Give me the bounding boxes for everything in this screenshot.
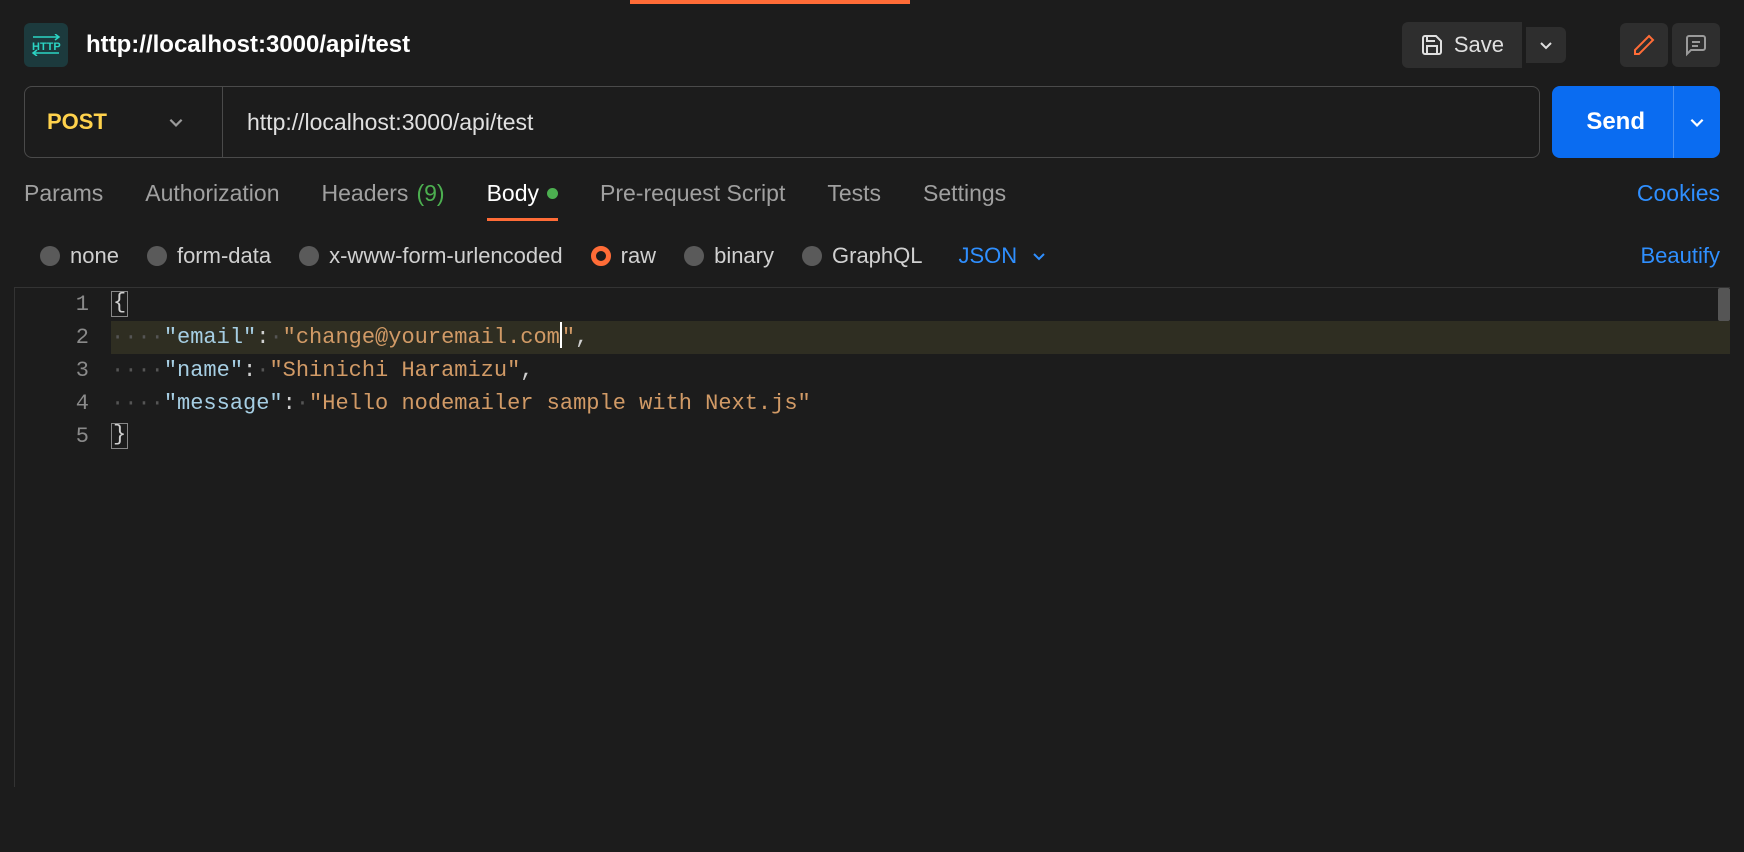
right-icon-group (1620, 23, 1720, 67)
method-select[interactable]: POST (25, 87, 223, 157)
editor-line: 3 ····"name":·"Shinichi Haramizu", (15, 354, 1730, 387)
tab-headers[interactable]: Headers (9) (322, 180, 445, 221)
send-button[interactable]: Send (1552, 86, 1720, 158)
radio-icon (40, 246, 60, 266)
radio-binary-label: binary (714, 243, 774, 269)
radio-graphql-label: GraphQL (832, 243, 923, 269)
radio-binary[interactable]: binary (684, 243, 774, 269)
chevron-down-icon (167, 113, 185, 131)
editor-line: 2 ····"email":·"change@youremail.com", (15, 321, 1730, 354)
cookies-link[interactable]: Cookies (1637, 180, 1720, 221)
edit-icon-button[interactable] (1620, 23, 1668, 67)
json-key: "name" (164, 358, 243, 383)
whitespace: ···· (111, 358, 164, 383)
tab-body[interactable]: Body (487, 180, 558, 221)
radio-formdata-label: form-data (177, 243, 271, 269)
tab-prerequest[interactable]: Pre-request Script (600, 180, 785, 221)
body-type-row: none form-data x-www-form-urlencoded raw… (0, 221, 1744, 281)
tab-tests[interactable]: Tests (827, 180, 881, 221)
json-string: "change@youremail.com (283, 325, 560, 350)
request-url-row: POST Send (0, 86, 1744, 172)
editor-scrollbar[interactable] (1718, 288, 1730, 321)
radio-xwww[interactable]: x-www-form-urlencoded (299, 243, 563, 269)
http-icon: HTTP (24, 23, 68, 67)
radio-raw[interactable]: raw (591, 243, 656, 269)
method-label: POST (47, 109, 107, 135)
request-tabs: Params Authorization Headers (9) Body Pr… (0, 172, 1744, 221)
line-number: 2 (15, 321, 111, 354)
editor-line: 5 } (15, 420, 1730, 453)
radio-none-label: none (70, 243, 119, 269)
url-input[interactable] (223, 87, 1539, 157)
json-string: " (562, 325, 575, 350)
colon: : (243, 358, 256, 383)
request-title: http://localhost:3000/api/test (86, 31, 1384, 59)
brace-open: { (111, 291, 128, 317)
save-button-group: Save (1402, 22, 1566, 68)
chevron-down-icon (1688, 113, 1706, 131)
radio-formdata[interactable]: form-data (147, 243, 271, 269)
brace-close: } (111, 423, 128, 449)
radio-xwww-label: x-www-form-urlencoded (329, 243, 563, 269)
save-dropdown-button[interactable] (1526, 27, 1566, 63)
send-label: Send (1552, 108, 1673, 136)
line-number: 3 (15, 354, 111, 387)
json-key: "message" (164, 391, 283, 416)
save-label: Save (1454, 32, 1504, 58)
save-button[interactable]: Save (1402, 22, 1522, 68)
comment-icon-button[interactable] (1672, 23, 1720, 67)
radio-icon-checked (591, 246, 611, 266)
tab-settings[interactable]: Settings (923, 180, 1006, 221)
line-number: 5 (15, 420, 111, 453)
colon: : (283, 391, 296, 416)
radio-none[interactable]: none (40, 243, 119, 269)
tab-params[interactable]: Params (24, 180, 103, 221)
radio-icon (299, 246, 319, 266)
comma: , (520, 358, 533, 383)
line-number: 1 (15, 288, 111, 321)
radio-graphql[interactable]: GraphQL (802, 243, 923, 269)
whitespace: · (296, 391, 309, 416)
radio-raw-label: raw (621, 243, 656, 269)
send-dropdown-button[interactable] (1673, 86, 1720, 158)
text-cursor (560, 322, 562, 348)
radio-icon (147, 246, 167, 266)
chevron-down-icon (1031, 248, 1047, 264)
editor-line: 4 ····"message":·"Hello nodemailer sampl… (15, 387, 1730, 420)
tab-headers-label: Headers (322, 180, 409, 207)
whitespace: · (256, 358, 269, 383)
header-bar: HTTP http://localhost:3000/api/test Save (0, 4, 1744, 86)
body-modified-dot (547, 188, 558, 199)
comma: , (575, 325, 588, 350)
headers-count: (9) (416, 180, 444, 207)
json-string: "Shinichi Haramizu" (269, 358, 520, 383)
radio-icon (802, 246, 822, 266)
body-editor[interactable]: 1 { 2 ····"email":·"change@youremail.com… (14, 287, 1730, 787)
whitespace: ···· (111, 391, 164, 416)
json-string: "Hello nodemailer sample with Next.js" (309, 391, 811, 416)
tab-authorization[interactable]: Authorization (145, 180, 279, 221)
colon: : (256, 325, 269, 350)
whitespace: · (269, 325, 282, 350)
tab-active-indicator (630, 0, 910, 4)
editor-line: 1 { (15, 288, 1730, 321)
radio-icon (684, 246, 704, 266)
line-number: 4 (15, 387, 111, 420)
beautify-link[interactable]: Beautify (1641, 243, 1721, 269)
tab-body-label: Body (487, 180, 539, 207)
url-container: POST (24, 86, 1540, 158)
whitespace: ···· (111, 325, 164, 350)
json-key: "email" (164, 325, 256, 350)
raw-format-dropdown[interactable]: JSON (959, 243, 1048, 269)
raw-format-label: JSON (959, 243, 1018, 269)
